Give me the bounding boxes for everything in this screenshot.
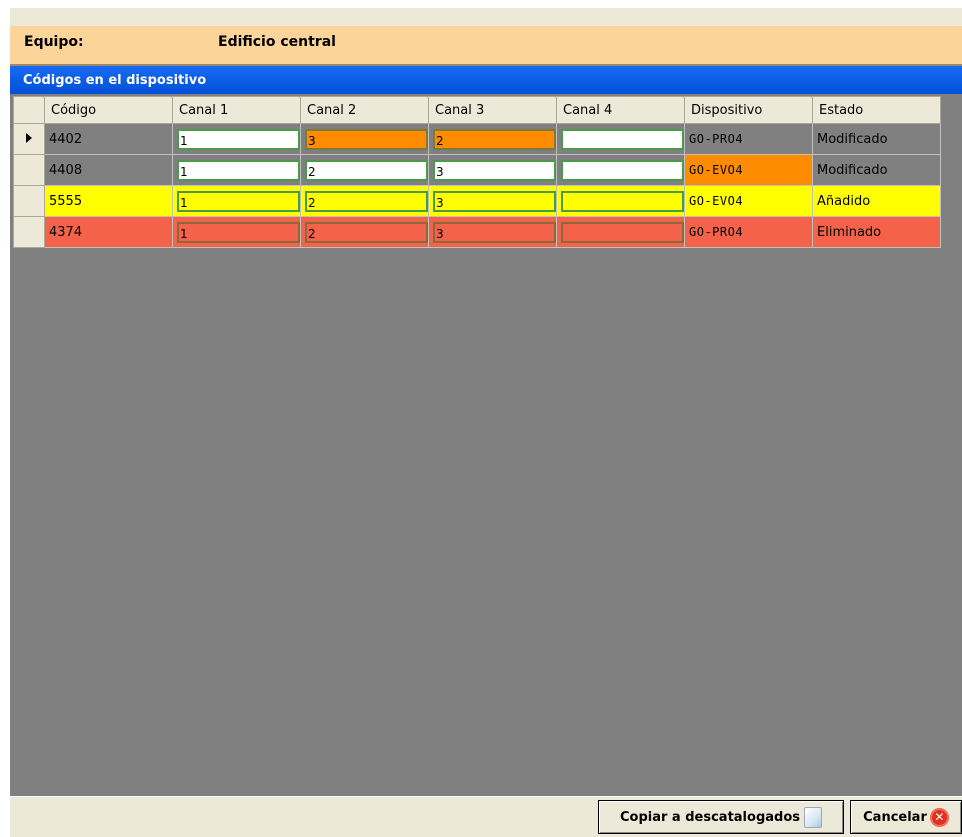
cell-canal4[interactable]	[556, 154, 685, 186]
table-row[interactable]: 4402 1 3 2 GO-PRO4 Modificado	[13, 123, 941, 155]
button-bar: Copiar a descatalogados Cancelar ✕	[10, 796, 962, 837]
cancel-button[interactable]: Cancelar ✕	[850, 800, 962, 834]
table-row[interactable]: 4408 1 2 3 GO-EVO4 Modificado	[13, 154, 941, 186]
row-selector[interactable]	[13, 185, 45, 217]
cell-dispositivo[interactable]: GO-EVO4	[684, 154, 813, 186]
cell-canal2[interactable]: 2	[300, 185, 429, 217]
grid-title: Códigos en el dispositivo	[10, 66, 962, 94]
canal4-field[interactable]	[561, 128, 684, 150]
cancel-icon: ✕	[929, 807, 949, 827]
canal1-field[interactable]: 1	[177, 159, 300, 181]
col-header-canal1[interactable]: Canal 1	[172, 96, 301, 124]
cell-canal4[interactable]	[556, 185, 685, 217]
row-selector[interactable]	[13, 216, 45, 248]
cell-codigo[interactable]: 4402	[44, 123, 173, 155]
canal3-field[interactable]: 3	[433, 190, 556, 212]
col-header-codigo[interactable]: Código	[44, 96, 173, 124]
canal1-field[interactable]: 1	[177, 221, 300, 243]
header-panel: Equipo: Edificio central	[10, 26, 962, 66]
cell-canal3[interactable]: 3	[428, 216, 557, 248]
codes-grid: Código Canal 1 Canal 2 Canal 3 Canal 4 D…	[13, 96, 941, 248]
cell-canal3[interactable]: 2	[428, 123, 557, 155]
header-row: Código Canal 1 Canal 2 Canal 3 Canal 4 D…	[13, 96, 941, 124]
canal3-field[interactable]: 3	[433, 159, 556, 181]
canal4-field[interactable]	[561, 190, 684, 212]
cell-codigo[interactable]: 5555	[44, 185, 173, 217]
cell-canal1[interactable]: 1	[172, 216, 301, 248]
copy-button-label: Copiar a descatalogados	[619, 809, 800, 825]
cell-codigo[interactable]: 4408	[44, 154, 173, 186]
canal2-field[interactable]: 3	[305, 128, 428, 150]
col-header-canal2[interactable]: Canal 2	[300, 96, 429, 124]
cell-canal2[interactable]: 3	[300, 123, 429, 155]
current-row-arrow-icon	[26, 132, 32, 143]
canal4-field[interactable]	[561, 221, 684, 243]
canal1-field[interactable]: 1	[177, 128, 300, 150]
cell-estado[interactable]: Eliminado	[812, 216, 941, 248]
cell-estado[interactable]: Añadido	[812, 185, 941, 217]
col-header-estado[interactable]: Estado	[812, 96, 941, 124]
equipo-value: Edificio central	[218, 34, 336, 50]
canal2-field[interactable]: 2	[305, 159, 428, 181]
cell-estado[interactable]: Modificado	[812, 154, 941, 186]
cell-estado[interactable]: Modificado	[812, 123, 941, 155]
cell-dispositivo[interactable]: GO-PRO4	[684, 216, 813, 248]
cell-codigo[interactable]: 4374	[44, 216, 173, 248]
table-row[interactable]: 5555 1 2 3 GO-EVO4 Añadido	[13, 185, 941, 217]
canal1-field[interactable]: 1	[177, 190, 300, 212]
col-header-dispositivo[interactable]: Dispositivo	[684, 96, 813, 124]
col-header-canal3[interactable]: Canal 3	[428, 96, 557, 124]
cell-canal1[interactable]: 1	[172, 154, 301, 186]
document-icon	[804, 806, 822, 828]
cell-dispositivo[interactable]: GO-EVO4	[684, 185, 813, 217]
cell-canal1[interactable]: 1	[172, 123, 301, 155]
canal3-field[interactable]: 3	[433, 221, 556, 243]
canal3-field[interactable]: 2	[433, 128, 556, 150]
cell-canal1[interactable]: 1	[172, 185, 301, 217]
cell-canal3[interactable]: 3	[428, 185, 557, 217]
row-selector[interactable]	[13, 123, 45, 155]
canal2-field[interactable]: 2	[305, 190, 428, 212]
row-header-corner	[13, 96, 45, 124]
cell-canal2[interactable]: 2	[300, 216, 429, 248]
equipo-label: Equipo:	[24, 34, 84, 50]
cell-canal4[interactable]	[556, 216, 685, 248]
cell-canal2[interactable]: 2	[300, 154, 429, 186]
cell-canal3[interactable]: 3	[428, 154, 557, 186]
table-row[interactable]: 4374 1 2 3 GO-PRO4 Eliminado	[13, 216, 941, 248]
cell-canal4[interactable]	[556, 123, 685, 155]
canal2-field[interactable]: 2	[305, 221, 428, 243]
row-selector[interactable]	[13, 154, 45, 186]
col-header-canal4[interactable]: Canal 4	[556, 96, 685, 124]
cell-dispositivo[interactable]: GO-PRO4	[684, 123, 813, 155]
canal4-field[interactable]	[561, 159, 684, 181]
cancel-button-label: Cancelar	[863, 809, 927, 825]
copy-to-discontinued-button[interactable]: Copiar a descatalogados	[598, 800, 844, 834]
